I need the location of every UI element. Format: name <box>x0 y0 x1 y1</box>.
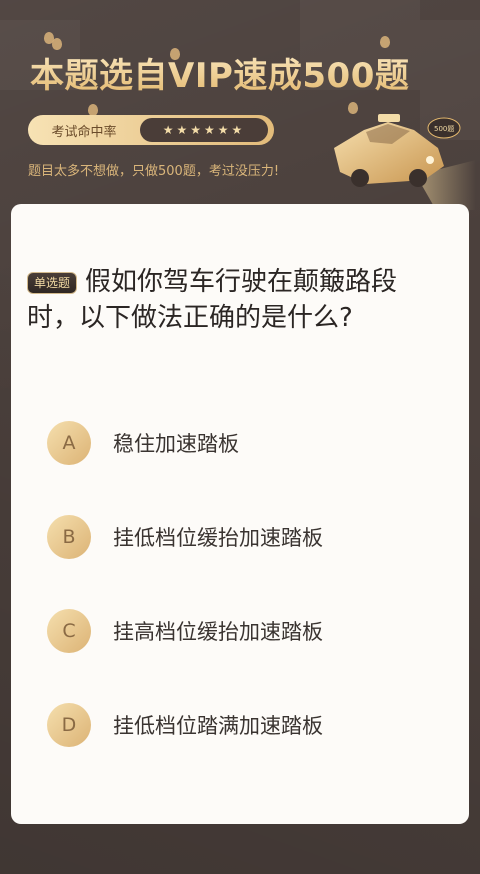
car-illustration-icon: 500题 <box>334 114 476 210</box>
option-text: 挂低档位踏满加速踏板 <box>113 714 323 738</box>
option-b[interactable]: B 挂低档位缓抬加速踏板 <box>47 514 447 560</box>
hit-rate-badge: 考试命中率 ★★★★★★ <box>28 115 274 145</box>
hit-rate-label: 考试命中率 <box>51 124 117 140</box>
option-letter: D <box>47 703 91 747</box>
promo-subtitle: 题目太多不想做，只做500题，考过没压力! <box>28 164 280 179</box>
question-block: 单选题 假如你驾车行驶在颠簸路段时，以下做法正确的是什么? <box>27 264 447 336</box>
question-text: 假如你驾车行驶在颠簸路段时，以下做法正确的是什么? <box>27 267 398 333</box>
option-text: 稳住加速踏板 <box>113 432 239 456</box>
promo-title: 本题选自VIP速成500题 <box>30 48 409 97</box>
question-card: 单选题 假如你驾车行驶在颠簸路段时，以下做法正确的是什么? A 稳住加速踏板 B … <box>11 204 469 824</box>
option-letter: B <box>47 515 91 559</box>
sign-label: 500题 <box>434 125 454 133</box>
star-rating: ★★★★★★ <box>140 118 268 142</box>
option-c[interactable]: C 挂高档位缓抬加速踏板 <box>47 608 447 654</box>
option-text: 挂低档位缓抬加速踏板 <box>113 526 323 550</box>
option-a[interactable]: A 稳住加速踏板 <box>47 420 447 466</box>
balloon-icon <box>380 36 390 48</box>
promo-header: 本题选自VIP速成500题 考试命中率 ★★★★★★ 题目太多不想做，只做500… <box>0 0 480 210</box>
question-type-badge: 单选题 <box>27 272 78 294</box>
option-text: 挂高档位缓抬加速踏板 <box>113 620 323 644</box>
option-letter: C <box>47 609 91 653</box>
option-letter: A <box>47 421 91 465</box>
option-d[interactable]: D 挂低档位踏满加速踏板 <box>47 702 447 748</box>
